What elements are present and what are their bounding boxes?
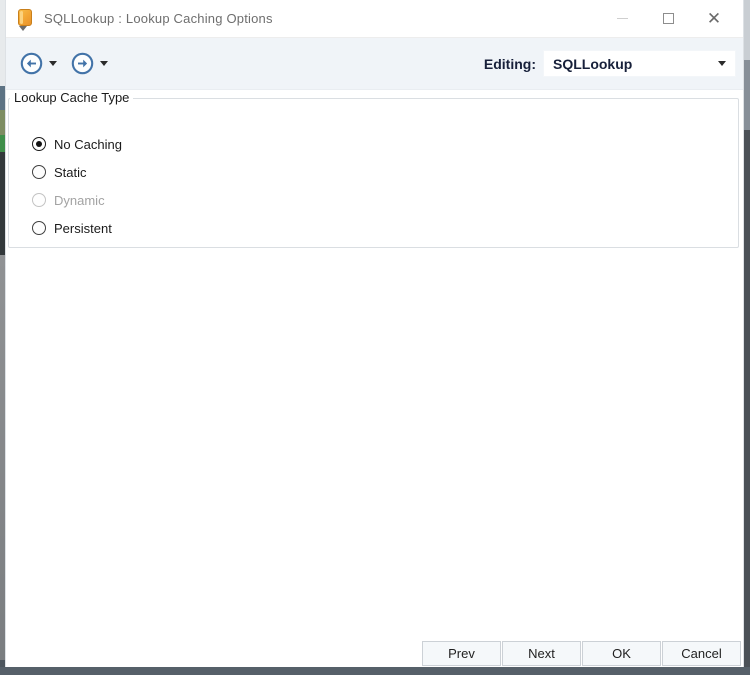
chevron-down-icon bbox=[100, 61, 108, 66]
minimize-icon bbox=[616, 18, 628, 19]
window-title: SQLLookup : Lookup Caching Options bbox=[44, 11, 273, 26]
screenshot-stage: SQLLookup : Lookup Caching Options ✕ Edi… bbox=[0, 0, 750, 675]
forward-button[interactable] bbox=[70, 52, 94, 76]
cache-type-radio-group: No Caching Static Dynamic Persistent bbox=[32, 130, 122, 242]
desktop-background-right bbox=[744, 0, 750, 675]
radio-button-icon bbox=[32, 193, 46, 207]
close-icon: ✕ bbox=[706, 9, 722, 28]
radio-button-icon bbox=[32, 221, 46, 235]
maximize-button[interactable] bbox=[645, 0, 691, 38]
radio-persistent[interactable]: Persistent bbox=[32, 214, 122, 242]
desktop-background-bottom bbox=[0, 667, 750, 675]
editing-label: Editing: bbox=[483, 55, 536, 72]
radio-button-icon bbox=[32, 165, 46, 179]
groupbox-label: Lookup Cache Type bbox=[10, 90, 134, 105]
prev-button[interactable]: Prev bbox=[422, 641, 501, 666]
sql-lookup-stage-icon bbox=[15, 7, 35, 31]
dialog-content: Lookup Cache Type No Caching Static Dyna… bbox=[6, 90, 743, 667]
navigation-toolbar: Editing: SQLLookup bbox=[6, 38, 743, 90]
radio-label: Static bbox=[54, 164, 87, 180]
circle-arrow-left-icon bbox=[20, 52, 42, 75]
radio-dynamic: Dynamic bbox=[32, 186, 122, 214]
back-button[interactable] bbox=[19, 52, 43, 76]
radio-button-icon bbox=[32, 137, 46, 151]
radio-no-caching[interactable]: No Caching bbox=[32, 130, 122, 158]
chevron-down-icon bbox=[49, 61, 57, 66]
circle-arrow-right-icon bbox=[71, 52, 93, 75]
radio-label: Dynamic bbox=[54, 192, 105, 208]
editing-combobox-value: SQLLookup bbox=[553, 55, 633, 72]
title-bar[interactable]: SQLLookup : Lookup Caching Options ✕ bbox=[6, 0, 743, 38]
chevron-down-icon bbox=[718, 61, 726, 66]
lookup-cache-type-groupbox: Lookup Cache Type No Caching Static Dyna… bbox=[8, 90, 739, 248]
footer-button-row: Prev Next OK Cancel bbox=[422, 641, 741, 666]
forward-dropdown-button[interactable] bbox=[97, 54, 111, 74]
ok-button[interactable]: OK bbox=[582, 641, 661, 666]
maximize-icon bbox=[662, 13, 674, 24]
back-dropdown-button[interactable] bbox=[46, 54, 60, 74]
cancel-button[interactable]: Cancel bbox=[662, 641, 741, 666]
minimize-button[interactable] bbox=[599, 0, 645, 38]
editing-target-combobox[interactable]: SQLLookup bbox=[543, 50, 736, 77]
close-button[interactable]: ✕ bbox=[691, 0, 737, 38]
radio-static[interactable]: Static bbox=[32, 158, 122, 186]
lookup-caching-options-dialog: SQLLookup : Lookup Caching Options ✕ Edi… bbox=[5, 0, 744, 667]
radio-label: No Caching bbox=[54, 136, 122, 152]
next-button[interactable]: Next bbox=[502, 641, 581, 666]
radio-label: Persistent bbox=[54, 220, 112, 236]
